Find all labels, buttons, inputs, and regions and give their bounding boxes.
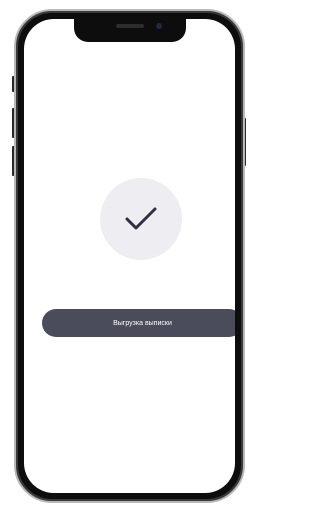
front-camera	[155, 23, 162, 29]
speaker-grille	[115, 24, 144, 28]
notch	[73, 19, 186, 42]
mockup-stage: Выгрузка выписки	[0, 0, 257, 510]
success-indicator	[100, 178, 182, 260]
checkmark-icon	[125, 207, 157, 230]
phone-frame: Выгрузка выписки	[14, 9, 245, 503]
export-statement-button[interactable]: Выгрузка выписки	[42, 309, 235, 337]
phone-screen: Выгрузка выписки	[24, 19, 235, 493]
